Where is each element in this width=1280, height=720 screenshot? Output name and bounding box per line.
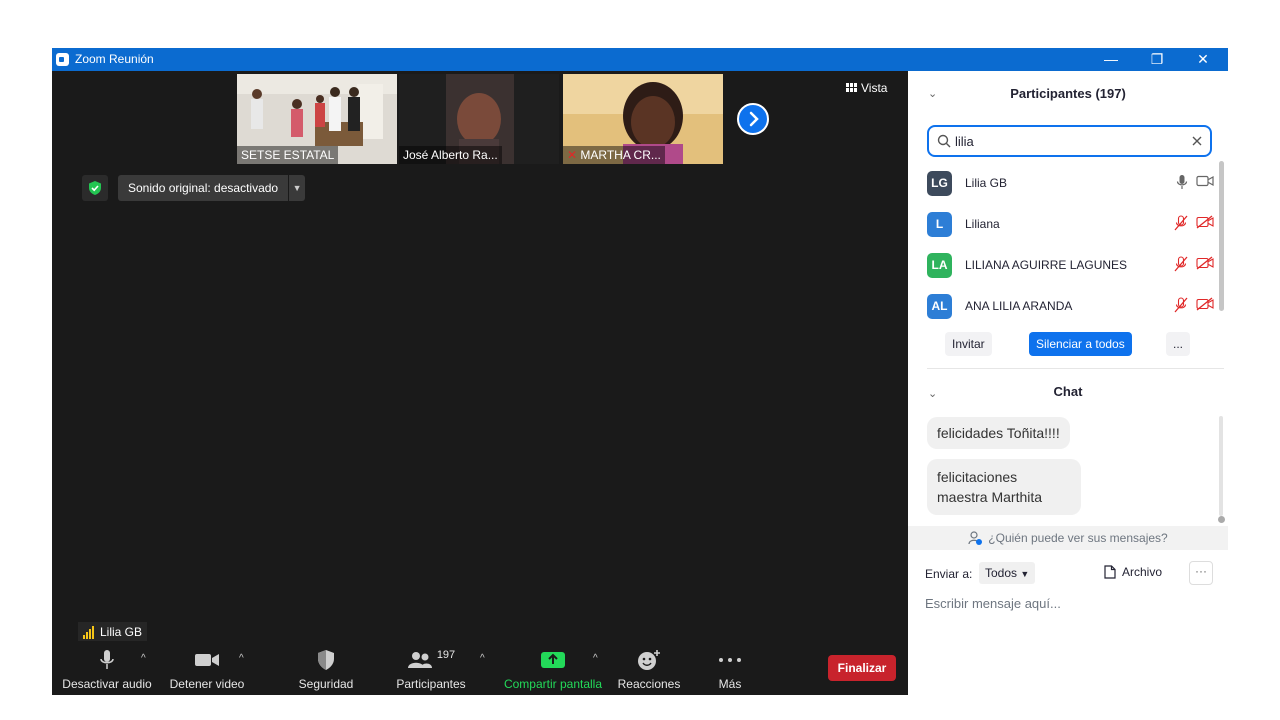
muted-microphone-icon[interactable] (1174, 256, 1188, 272)
mute-audio-button[interactable]: Desactivar audio (60, 649, 154, 691)
participant-search-input[interactable] (955, 131, 1175, 151)
file-button[interactable]: Archivo (1104, 565, 1162, 579)
share-options-caret[interactable]: ^ (593, 653, 598, 664)
grid-view-icon (846, 83, 857, 92)
avatar: L (927, 212, 952, 237)
audio-level-icon (83, 625, 95, 639)
who-can-see-link[interactable]: ¿Quién puede ver sus mensajes? (908, 526, 1228, 550)
muted-mic-icon: ✕ (567, 148, 578, 162)
participant-list: LG Lilia GB L Liliana LA LILIANA AGUIRRE… (908, 163, 1218, 327)
participant-row[interactable]: LA LILIANA AGUIRRE LAGUNES (908, 245, 1218, 286)
meeting-toolbar: Desactivar audio ^ Detener video ^ Segur… (52, 641, 908, 695)
participants-more-button[interactable]: ... (1166, 332, 1191, 356)
participants-title: Participantes (197) (1010, 86, 1126, 101)
participants-header: ⌄ Participantes (197) (908, 71, 1228, 115)
chat-title: Chat (1053, 384, 1083, 399)
participant-row[interactable]: L Liliana (908, 204, 1218, 245)
video-off-icon[interactable] (1196, 215, 1214, 229)
chat-message: felicitaciones maestra Marthita (927, 459, 1081, 515)
next-page-button[interactable] (737, 103, 769, 135)
self-name-label: Lilia GB (78, 622, 148, 642)
chat-header: ⌄ Chat (908, 371, 1228, 411)
reactions-emoji-icon (638, 650, 660, 670)
end-meeting-button[interactable]: Finalizar (828, 655, 896, 681)
share-screen-button[interactable]: Compartir pantalla (500, 649, 606, 691)
original-sound-dropdown[interactable]: ▼ (288, 175, 306, 201)
participants-icon (407, 652, 432, 668)
thumbnail-name: ✕ MARTHA CR... (563, 146, 665, 164)
microphone-icon (100, 650, 114, 669)
minimize-button[interactable]: — (1088, 48, 1134, 71)
video-off-icon[interactable] (1196, 297, 1214, 311)
chat-message: felicidades Toñita!!!! (927, 417, 1070, 449)
reactions-button[interactable]: Reacciones (612, 649, 686, 691)
person-visibility-icon (968, 531, 983, 545)
invite-button[interactable]: Invitar (945, 332, 992, 356)
send-to-label: Enviar a: (925, 567, 973, 581)
participant-name: LILIANA AGUIRRE LAGUNES (965, 258, 1128, 272)
security-button[interactable]: Seguridad (284, 649, 368, 691)
video-off-icon[interactable] (1196, 256, 1214, 270)
zoom-window: Zoom Reunión — ❐ ✕ SETSE ESTATAL José Al… (52, 48, 1228, 695)
participant-name: ANA LILIA ARANDA (965, 299, 1073, 313)
chevron-right-icon (749, 111, 759, 127)
avatar: LA (927, 253, 952, 278)
chat-more-button[interactable]: ··· (1189, 561, 1213, 585)
video-area: SETSE ESTATAL José Alberto Ra... ✕ MARTH (52, 71, 908, 695)
more-dots-icon (719, 658, 741, 662)
window-title: Zoom Reunión (75, 52, 154, 66)
original-sound-control: Sonido original: desactivado ▼ (82, 175, 306, 201)
thumbnail-name: José Alberto Ra... (399, 146, 502, 164)
participant-row[interactable]: AL ANA LILIA ARANDA (908, 286, 1218, 327)
chat-scrollbar[interactable] (1219, 416, 1223, 516)
recipient-dropdown[interactable]: Todos ▼ (979, 562, 1036, 584)
mute-all-button[interactable]: Silenciar a todos (1029, 332, 1132, 356)
search-icon (937, 134, 951, 148)
side-panel: ⌄ Participantes (197) LG Lilia GB (908, 71, 1228, 672)
close-button[interactable]: ✕ (1180, 48, 1226, 71)
thumbnail-name: SETSE ESTATAL (237, 146, 339, 164)
file-icon (1104, 565, 1116, 579)
stop-video-button[interactable]: Detener video (164, 649, 250, 691)
participants-scrollbar[interactable] (1219, 161, 1224, 311)
original-sound-button[interactable]: Sonido original: desactivado (118, 175, 289, 201)
title-bar: Zoom Reunión — ❐ ✕ (52, 48, 1228, 71)
microphone-icon[interactable] (1176, 174, 1188, 190)
muted-microphone-icon[interactable] (1174, 297, 1188, 313)
video-thumbnail-jose[interactable]: José Alberto Ra... (399, 74, 559, 164)
zoom-app-icon (56, 53, 69, 66)
chat-message-input[interactable] (925, 593, 1205, 613)
participant-name: Lilia GB (965, 176, 1008, 190)
view-button[interactable]: Vista (846, 81, 887, 95)
avatar: LG (927, 171, 952, 196)
security-shield-icon (318, 650, 334, 670)
video-camera-icon[interactable] (1196, 174, 1214, 188)
clear-search-icon[interactable] (1192, 136, 1202, 146)
maximize-button[interactable]: ❐ (1134, 48, 1180, 71)
video-camera-icon (195, 654, 219, 666)
video-options-caret[interactable]: ^ (239, 653, 244, 664)
participants-button[interactable]: 197 Participantes (388, 649, 474, 691)
participants-count: 197 (436, 649, 456, 661)
view-label: Vista (861, 81, 888, 95)
video-thumbnail-martha[interactable]: ✕ MARTHA CR... (563, 74, 723, 164)
more-button[interactable]: Más (700, 649, 760, 691)
participant-row[interactable]: LG Lilia GB (908, 163, 1218, 204)
chevron-down-icon: ▼ (1020, 569, 1030, 579)
audio-options-caret[interactable]: ^ (141, 653, 146, 664)
participant-actions: Invitar Silenciar a todos ... (908, 332, 1228, 356)
panel-divider (927, 368, 1224, 369)
participant-name: Liliana (965, 217, 1000, 231)
participants-options-caret[interactable]: ^ (480, 653, 485, 664)
muted-microphone-icon[interactable] (1174, 215, 1188, 231)
participant-search-box (927, 125, 1212, 157)
share-screen-icon (541, 652, 565, 668)
encryption-shield-icon[interactable] (82, 175, 108, 201)
avatar: AL (927, 294, 952, 319)
video-thumbnail-setse[interactable]: SETSE ESTATAL (237, 74, 397, 164)
chat-scroll-thumb[interactable] (1218, 516, 1225, 523)
